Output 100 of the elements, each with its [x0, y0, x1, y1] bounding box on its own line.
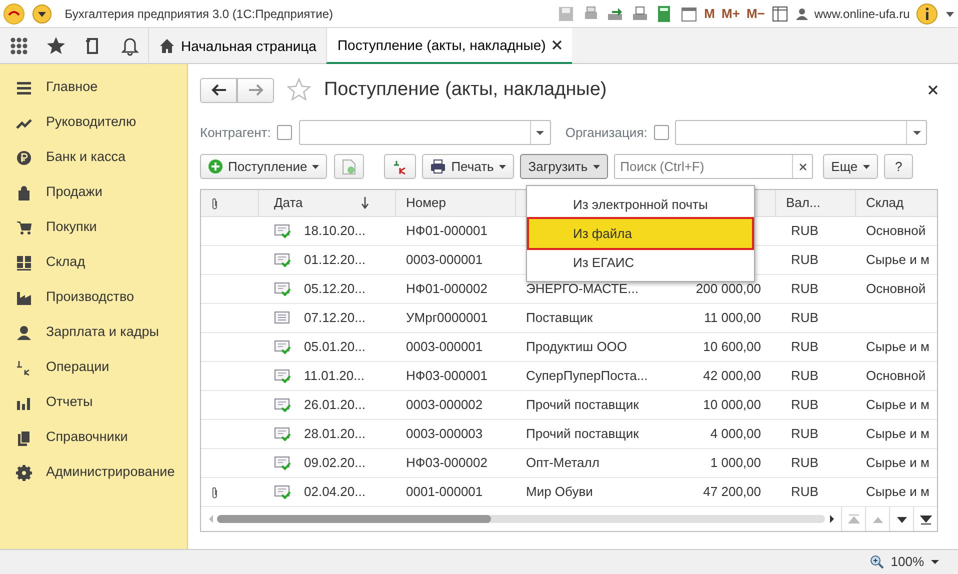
info-icon[interactable] — [916, 2, 938, 24]
clear-icon[interactable] — [798, 162, 807, 170]
scrollbar-thumb[interactable] — [216, 515, 491, 523]
table-cell-text: НФ03-000001 — [405, 367, 488, 386]
table-cell: Сырье и м — [866, 484, 930, 500]
table-cell: Основной — [866, 223, 926, 238]
table-cell: Сырье и м — [866, 252, 930, 268]
column-header[interactable]: Дата — [274, 193, 303, 213]
close-icon[interactable] — [928, 85, 938, 95]
person-icon[interactable] — [16, 324, 32, 340]
apps-icon[interactable] — [8, 36, 28, 56]
table-cell-text: 05.01.20... — [304, 338, 366, 356]
table-cell: 11 000,00 — [704, 310, 761, 326]
menu-item[interactable]: Из ЕГАИС — [529, 248, 752, 277]
cart-icon[interactable] — [16, 220, 32, 236]
ruble-icon[interactable] — [16, 150, 32, 166]
sidebar-item[interactable]: Покупки — [46, 217, 97, 238]
dt-kt-icon[interactable] — [16, 360, 32, 376]
window-title: Бухгалтерия предприятия 3.0 (1С:Предприятие) — [64, 6, 334, 22]
menu-item[interactable]: Из файла — [529, 219, 752, 248]
sidebar-item[interactable]: Справочники — [46, 427, 128, 448]
table-cell: 10 600,00 — [703, 339, 761, 354]
sidebar-item[interactable]: Зарплата и кадры — [46, 322, 159, 343]
memory-button[interactable]: M — [704, 4, 716, 24]
close-icon[interactable] — [552, 40, 562, 50]
table-cell-text: 0001-000001 — [405, 483, 484, 502]
books-icon[interactable] — [16, 430, 32, 446]
print-button[interactable]: Печать — [422, 154, 514, 179]
tab[interactable]: Поступление (акты, накладные) — [326, 28, 572, 64]
checkbox[interactable] — [277, 125, 292, 140]
table-cell-text: 05.12.20... — [304, 280, 366, 298]
sidebar-item[interactable]: Администрирование — [46, 462, 175, 483]
table-cell: 1 000,00 — [710, 455, 761, 470]
sidebar-item[interactable]: Отчеты — [46, 392, 93, 413]
more-button[interactable]: Еще — [823, 154, 878, 179]
table-cell-text: 0003-000003 — [405, 425, 484, 444]
column-header[interactable]: Номер — [406, 193, 446, 213]
sort-down-icon[interactable] — [361, 197, 369, 209]
memory-button[interactable]: M− — [746, 4, 765, 24]
scroll-right-icon[interactable] — [828, 515, 834, 523]
memory-button[interactable]: M+ — [722, 4, 740, 24]
menu-item[interactable]: Из электронной почты — [529, 190, 752, 219]
filter-label: Организация: — [565, 124, 648, 142]
factory-icon[interactable] — [16, 290, 32, 306]
panel-icon[interactable] — [771, 4, 790, 22]
caret-icon — [592, 164, 600, 170]
star-icon[interactable] — [287, 78, 311, 102]
zoom-icon — [870, 555, 884, 569]
bell-icon[interactable] — [120, 36, 140, 56]
column-header[interactable]: Вал... — [786, 193, 820, 213]
help-button[interactable]: ? — [884, 154, 914, 179]
checkbox[interactable] — [654, 125, 669, 140]
first-row-icon — [848, 514, 860, 524]
sidebar-item[interactable]: Руководителю — [46, 112, 136, 133]
load-button[interactable]: Загрузить — [520, 154, 608, 179]
sidebar-item[interactable]: Банк и касса — [46, 147, 126, 168]
search-field[interactable]: Поиск (Ctrl+F) — [614, 154, 814, 179]
star-icon[interactable] — [46, 36, 66, 56]
table-cell: RUB — [791, 339, 818, 354]
table-cell-text: 07.12.20... — [304, 309, 366, 328]
zoom-level[interactable]: 100% — [890, 552, 924, 572]
grid-icon[interactable] — [16, 254, 32, 270]
table-cell: Основной — [866, 281, 926, 296]
forward-arrow-icon — [248, 84, 264, 96]
user-name[interactable]: www.online-ufa.ru — [814, 4, 910, 22]
caret-icon — [912, 130, 921, 136]
table-cell: Продуктиш ООО — [526, 339, 628, 354]
table-cell: Опт-Металл — [526, 455, 600, 470]
sidebar-item[interactable]: Продажи — [46, 182, 102, 203]
scrollbar-track[interactable] — [216, 515, 826, 523]
plus-circle-icon — [208, 159, 223, 174]
combo-field[interactable] — [675, 120, 928, 145]
logo-icon — [3, 2, 26, 24]
combo-field[interactable] — [298, 120, 551, 145]
table-cell-text: НФ01-000002 — [405, 280, 488, 298]
table-cell: Прочий поставщик — [526, 426, 639, 442]
table-cell-text: 0003-000001 — [405, 251, 484, 270]
list-icon[interactable] — [16, 80, 32, 96]
gear-icon[interactable] — [16, 464, 32, 480]
sidebar-item[interactable]: Склад — [46, 252, 86, 273]
bag-icon[interactable] — [16, 184, 32, 200]
dt-kt-icon — [392, 158, 408, 174]
table-cell: 10 000,00 — [703, 397, 761, 412]
table-cell: Сырье и м — [866, 397, 930, 412]
column-header[interactable]: Склад — [866, 193, 904, 213]
table-cell: Поставщик — [526, 310, 593, 326]
sidebar-item[interactable]: Операции — [46, 357, 110, 378]
printer-icon — [430, 159, 446, 174]
menu-icon[interactable] — [32, 4, 52, 24]
table-cell: RUB — [791, 223, 818, 238]
back-button[interactable] — [200, 78, 237, 102]
table-cell-text: 0003-000002 — [405, 396, 484, 414]
back-arrow-icon — [210, 84, 226, 96]
table-cell: RUB — [791, 484, 818, 500]
sidebar-item[interactable]: Главное — [46, 77, 98, 98]
dt-kt-button[interactable] — [384, 154, 416, 179]
sidebar-item[interactable]: Производство — [46, 287, 134, 308]
caret-icon[interactable] — [930, 559, 938, 565]
table-cell-text: 09.02.20... — [304, 454, 366, 472]
create-button[interactable]: Поступление — [200, 154, 328, 179]
